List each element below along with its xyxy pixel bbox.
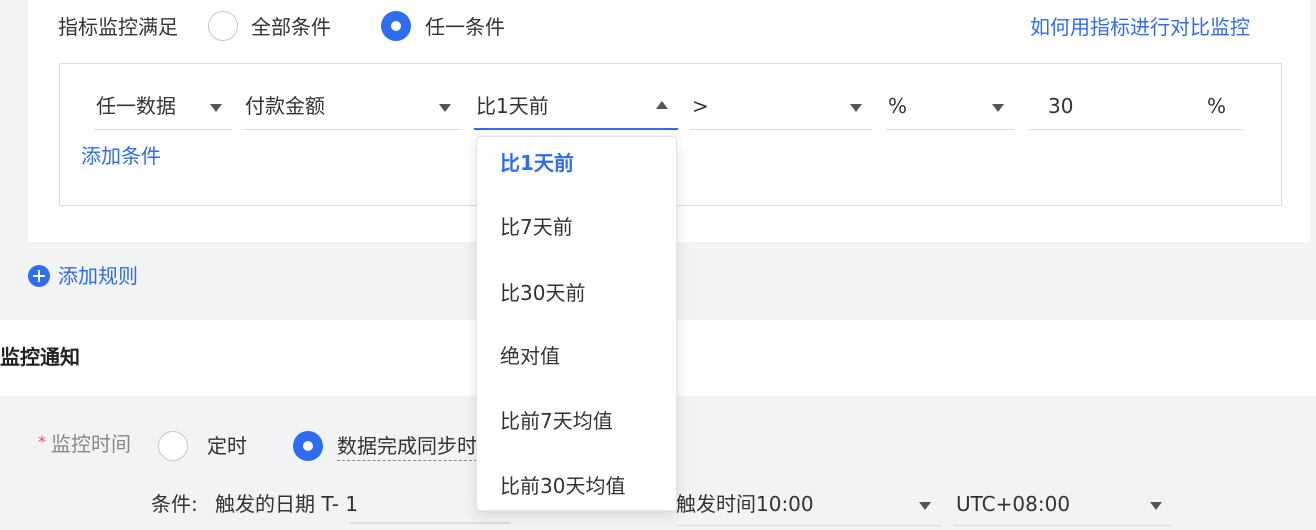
radio-all-conditions-label[interactable]: 全部条件 [251, 13, 331, 41]
dropdown-option[interactable]: 比前7天均值 [500, 407, 613, 435]
help-link[interactable]: 如何用指标进行对比监控 [1030, 13, 1250, 41]
chevron-down-icon [919, 502, 931, 510]
dropdown-option[interactable]: 比1天前 [500, 149, 574, 177]
dropdown-option[interactable]: 比前30天均值 [500, 472, 625, 500]
compare-select[interactable]: 比1天前 [474, 86, 678, 130]
timezone-value: UTC+08:00 [956, 492, 1071, 516]
add-circle-icon[interactable] [28, 265, 50, 287]
operator-select[interactable]: > [690, 86, 872, 130]
compare-dropdown-menu: 比1天前 比7天前 比30天前 绝对值 比前7天均值 比前30天均值 [476, 136, 677, 511]
add-rule-link[interactable]: 添加规则 [58, 262, 138, 290]
section-title: 监控通知 [0, 345, 80, 369]
condition-label: 条件: [151, 492, 198, 516]
trigger-date-underline [350, 522, 510, 524]
radio-any-condition-label[interactable]: 任一条件 [425, 13, 505, 41]
monitor-condition-label: 指标监控满足 [58, 15, 178, 39]
timezone-select[interactable]: UTC+08:00 [954, 484, 1172, 526]
value-unit: % [1206, 94, 1226, 118]
chevron-down-icon [850, 104, 862, 112]
unit-type-select[interactable]: % [886, 86, 1014, 130]
chevron-up-icon [656, 101, 668, 109]
metric-select-value: 付款金额 [245, 94, 325, 118]
compare-select-value: 比1天前 [476, 94, 549, 118]
radio-all-conditions[interactable] [208, 11, 238, 41]
scope-select-value: 任一数据 [96, 94, 176, 118]
trigger-time-select[interactable]: 触发时间10:00 [676, 484, 941, 526]
chevron-down-icon [210, 104, 222, 112]
value-input[interactable]: 30 % [1028, 86, 1244, 130]
radio-scheduled-label[interactable]: 定时 [207, 432, 247, 460]
radio-data-sync[interactable] [293, 431, 323, 461]
dropdown-option[interactable]: 比30天前 [500, 279, 585, 307]
add-condition-link[interactable]: 添加条件 [81, 142, 161, 170]
radio-any-condition[interactable] [381, 11, 411, 41]
chevron-down-icon [992, 104, 1004, 112]
trigger-date[interactable]: 触发的日期 T- 1 [215, 490, 358, 518]
radio-scheduled[interactable] [158, 431, 188, 461]
value-input-text: 30 [1048, 94, 1074, 118]
radio-data-sync-label[interactable]: 数据完成同步时 [337, 432, 477, 461]
monitor-time-label: 监控时间 [51, 432, 131, 456]
unit-type-select-value: % [888, 94, 908, 118]
chevron-down-icon [1150, 502, 1162, 510]
dropdown-option[interactable]: 绝对值 [500, 342, 560, 370]
dropdown-option[interactable]: 比7天前 [500, 213, 573, 241]
required-mark: * [38, 432, 46, 451]
chevron-down-icon [439, 104, 451, 112]
trigger-time-value: 触发时间10:00 [676, 492, 814, 516]
scope-select[interactable]: 任一数据 [94, 86, 232, 130]
operator-select-value: > [692, 94, 709, 118]
metric-select[interactable]: 付款金额 [243, 86, 461, 130]
